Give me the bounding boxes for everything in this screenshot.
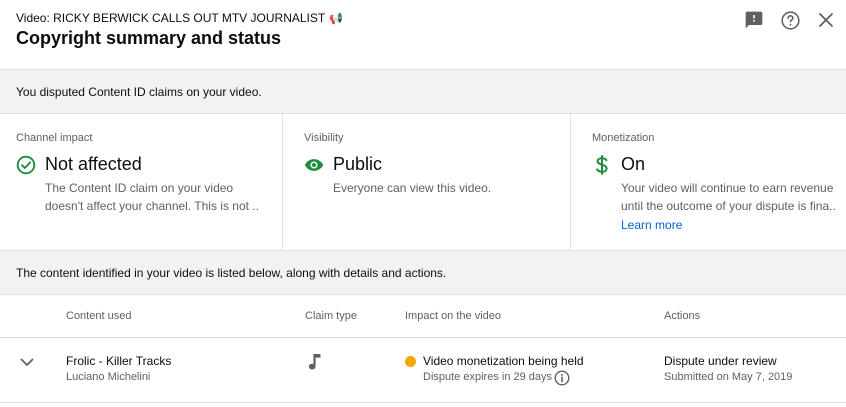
music-note-icon <box>305 352 325 372</box>
content-info-banner: The content identified in your video is … <box>0 250 846 295</box>
dollar-icon <box>592 154 612 175</box>
status-dot <box>405 356 416 367</box>
dispute-banner: You disputed Content ID claims on your v… <box>0 69 846 114</box>
card-description-line: until the outcome of your dispute is fin… <box>621 199 836 213</box>
card-status-text: On <box>621 154 646 174</box>
card-description: Everyone can view this video. <box>333 179 548 197</box>
chevron-down-icon[interactable] <box>17 352 37 372</box>
card-description: The Content ID claim on your video doesn… <box>45 179 260 215</box>
help-icon[interactable] <box>779 9 801 31</box>
megaphone-emoji: 📢 <box>329 12 343 25</box>
dialog-header: Video: RICKY BERWICK CALLS OUT MTV JOURN… <box>0 0 846 70</box>
page-title: Copyright summary and status <box>16 28 282 48</box>
card-description: Your video will continue to earn revenue… <box>621 179 836 215</box>
column-header-claim-type[interactable]: Claim type <box>305 310 357 322</box>
card-label: Monetization <box>592 132 655 144</box>
content-title: Frolic - Killer Tracks <box>66 354 172 368</box>
card-description-line: doesn't affect your channel. This is not… <box>45 199 260 213</box>
eye-icon <box>304 155 324 175</box>
card-status: Not affected <box>16 154 142 175</box>
monetization-card: Monetization On Your video will continue… <box>571 114 846 250</box>
content-artist: Luciano Michelini <box>66 371 151 383</box>
feedback-icon[interactable] <box>743 9 765 31</box>
column-header-actions[interactable]: Actions <box>664 310 700 322</box>
card-description-line: Your video will continue to earn revenue <box>621 181 834 195</box>
check-circle-icon <box>16 155 36 175</box>
column-header-content-used[interactable]: Content used <box>66 310 131 322</box>
action-submitted-date: Submitted on May 7, 2019 <box>664 371 793 383</box>
learn-more-link[interactable]: Learn more <box>621 218 682 232</box>
channel-impact-card: Channel impact Not affected The Content … <box>0 114 283 250</box>
card-status: On <box>592 154 645 175</box>
dispute-banner-text: You disputed Content ID claims on your v… <box>16 84 262 99</box>
visibility-card: Visibility Public Everyone can view this… <box>283 114 571 250</box>
card-status: Public <box>304 154 382 175</box>
card-label: Channel impact <box>16 132 93 144</box>
info-icon[interactable] <box>554 370 570 386</box>
column-header-impact[interactable]: Impact on the video <box>405 310 501 322</box>
video-title-text: Video: RICKY BERWICK CALLS OUT MTV JOURN… <box>16 11 326 25</box>
card-description-line: The Content ID claim on your video <box>45 181 234 195</box>
card-description-line: Everyone can view this video. <box>333 181 492 195</box>
close-icon[interactable] <box>815 9 837 31</box>
claims-table-header: Content used Claim type Impact on the vi… <box>0 295 846 338</box>
card-status-text: Public <box>333 154 383 174</box>
action-status: Dispute under review <box>664 354 777 368</box>
table-row[interactable]: Frolic - Killer Tracks Luciano Michelini… <box>0 338 846 403</box>
card-status-text: Not affected <box>45 154 142 174</box>
content-info-banner-text: The content identified in your video is … <box>16 265 447 280</box>
impact-title: Video monetization being held <box>423 354 584 368</box>
impact-subtitle: Dispute expires in 29 days <box>423 371 553 383</box>
video-title: Video: RICKY BERWICK CALLS OUT MTV JOURN… <box>16 11 343 25</box>
summary-cards: Channel impact Not affected The Content … <box>0 114 846 250</box>
card-label: Visibility <box>304 132 344 144</box>
